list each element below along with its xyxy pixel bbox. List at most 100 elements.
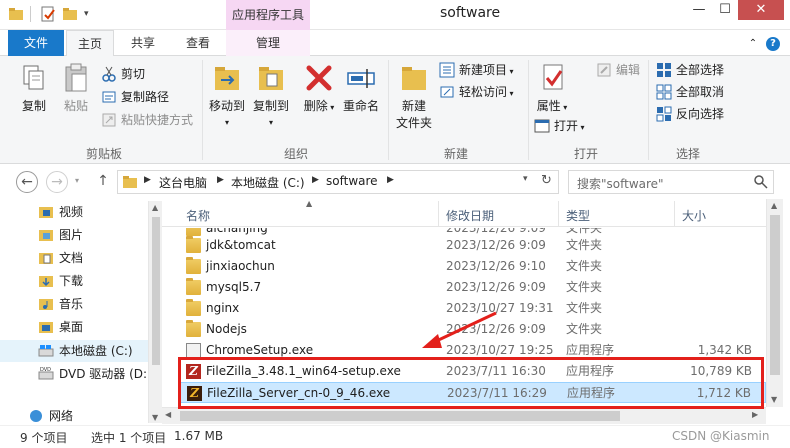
address-bar[interactable]: ▶ 这台电脑 ▶ 本地磁盘 (C:) ▶ software ▶ ▾ ↻	[117, 170, 559, 194]
search-box[interactable]: 搜索"software"	[568, 170, 774, 194]
search-icon[interactable]	[753, 174, 769, 193]
nav-pane-scrollbar[interactable]: ▲ ▼	[148, 201, 162, 423]
edit-button[interactable]: 编辑	[596, 60, 640, 80]
breadcrumb-separator-icon[interactable]: ▶	[387, 175, 394, 185]
file-date: 2023/12/26 9:09	[446, 238, 546, 252]
file-list-vertical-scrollbar[interactable]: ▲ ▼	[766, 199, 783, 407]
properties-button[interactable]: 属性 ▾	[532, 60, 572, 114]
scroll-right-icon[interactable]: ▶	[752, 410, 758, 419]
invert-selection-button[interactable]: 反向选择	[656, 104, 724, 124]
list-item[interactable]: mysql5.7 2023/12/26 9:09 文件夹	[180, 277, 766, 298]
recent-locations-button[interactable]: ▾	[70, 171, 84, 193]
copy-button[interactable]: 复制	[14, 60, 54, 114]
scroll-up-icon[interactable]: ▲	[771, 201, 777, 210]
scroll-down-icon[interactable]: ▼	[771, 395, 777, 404]
forward-button[interactable]: →	[46, 171, 68, 193]
breadcrumb-separator-icon[interactable]: ▶	[144, 175, 151, 185]
rename-button[interactable]: 重命名	[340, 60, 382, 114]
scroll-thumb[interactable]	[770, 215, 780, 375]
drive-icon	[38, 343, 54, 359]
scroll-thumb[interactable]	[180, 411, 620, 421]
tab-share[interactable]: 共享	[120, 30, 166, 56]
column-divider[interactable]	[438, 201, 439, 227]
file-name: jdk&tomcat	[206, 238, 276, 252]
column-divider[interactable]	[558, 201, 559, 227]
arrow-left-icon: ←	[21, 174, 33, 190]
breadcrumb-separator-icon[interactable]: ▶	[312, 175, 319, 185]
group-divider	[388, 60, 389, 160]
ribbon-tab-bar: 文件 主页 共享 查看 管理 ⌃ ?	[0, 30, 790, 57]
rename-label: 重命名	[342, 99, 379, 113]
cut-button[interactable]: 剪切	[101, 64, 145, 84]
pictures-icon	[38, 227, 54, 243]
nav-item-documents[interactable]: 文档	[0, 247, 148, 269]
new-folder-quick-icon[interactable]	[62, 6, 78, 22]
paste-button[interactable]: 粘贴	[56, 60, 96, 114]
search-input[interactable]: 搜索"software"	[577, 175, 664, 192]
copy-path-button[interactable]: 复制路径	[101, 87, 169, 107]
organize-group-label: 组织	[283, 147, 308, 161]
file-type: 文件夹	[566, 238, 603, 252]
column-header-date[interactable]: 修改日期	[446, 207, 494, 224]
customize-quick-access-icon[interactable]: ▾	[84, 6, 100, 22]
list-item[interactable]: jdk&tomcat 2023/12/26 9:09 文件夹	[180, 235, 766, 256]
close-button[interactable]: ✕	[738, 0, 784, 20]
nav-item-videos[interactable]: 视频	[0, 201, 148, 223]
invert-selection-icon	[656, 106, 672, 122]
file-type: 文件夹	[566, 322, 603, 336]
column-header-name[interactable]: 名称	[186, 207, 210, 224]
properties-label: 属性	[536, 99, 561, 113]
breadcrumb-this-pc[interactable]: 这台电脑	[159, 174, 207, 191]
open-button[interactable]: 打开 ▾	[534, 116, 585, 136]
back-button[interactable]: ←	[16, 171, 38, 193]
file-list-horizontal-scrollbar[interactable]: ◀ ▶	[162, 407, 766, 424]
properties-quick-icon[interactable]	[40, 6, 56, 22]
watermark: CSDN @Kiasmin	[672, 429, 770, 443]
file-type: 文件夹	[566, 280, 603, 294]
select-group-label: 选择	[675, 147, 700, 161]
nav-item-music[interactable]: 音乐	[0, 293, 148, 315]
tab-view[interactable]: 查看	[175, 30, 221, 56]
breadcrumb-separator-icon[interactable]: ▶	[217, 175, 224, 185]
maximize-button[interactable]: ☐	[712, 0, 738, 20]
easy-access-button[interactable]: 轻松访问 ▾	[439, 82, 514, 102]
minimize-button[interactable]: —	[686, 0, 712, 20]
nav-item-label: 视频	[59, 205, 84, 219]
scroll-up-icon[interactable]: ▲	[152, 203, 158, 212]
up-button[interactable]: ↑	[92, 171, 114, 193]
column-header-type[interactable]: 类型	[566, 207, 590, 224]
column-divider[interactable]	[674, 201, 675, 227]
tab-home[interactable]: 主页	[66, 30, 114, 57]
copy-to-button[interactable]: 复制到 ▾	[250, 60, 292, 128]
help-icon[interactable]: ?	[766, 37, 780, 51]
nav-item-network[interactable]: 网络	[0, 405, 138, 427]
scroll-thumb[interactable]	[152, 217, 160, 365]
new-item-button[interactable]: 新建项目 ▾	[439, 60, 514, 80]
nav-item-local-disk-c[interactable]: 本地磁盘 (C:)	[0, 340, 148, 362]
select-none-button[interactable]: 全部取消	[656, 82, 724, 102]
refresh-icon[interactable]: ↻	[541, 173, 552, 188]
svg-text:DVD: DVD	[40, 367, 51, 373]
collapse-ribbon-icon[interactable]: ⌃	[746, 37, 760, 51]
nav-item-dvd-drive-d[interactable]: DVD DVD 驱动器 (D:)	[0, 363, 152, 385]
nav-item-desktop[interactable]: 桌面	[0, 316, 148, 338]
paste-shortcut-button[interactable]: 粘贴快捷方式	[101, 110, 193, 130]
breadcrumb-local-disk-c[interactable]: 本地磁盘 (C:)	[231, 174, 305, 191]
tab-file[interactable]: 文件	[8, 30, 64, 56]
open-label: 打开	[554, 119, 579, 133]
nav-item-downloads[interactable]: 下载	[0, 270, 148, 292]
nav-item-pictures[interactable]: 图片	[0, 224, 148, 246]
scroll-left-icon[interactable]: ◀	[165, 410, 171, 419]
breadcrumb-software[interactable]: software	[326, 174, 378, 188]
address-history-chevron-icon[interactable]: ▾	[523, 174, 528, 184]
list-item[interactable]: jinxiaochun 2023/12/26 9:10 文件夹	[180, 256, 766, 277]
delete-button[interactable]: 删除 ▾	[300, 60, 338, 114]
move-to-button[interactable]: 移动到 ▾	[206, 60, 248, 128]
scroll-down-icon[interactable]: ▼	[152, 413, 158, 422]
nav-item-label: 本地磁盘 (C:)	[59, 344, 133, 358]
annotation-arrow-icon	[422, 311, 497, 348]
tab-manage[interactable]: 管理	[226, 30, 310, 56]
column-header-size[interactable]: 大小	[682, 207, 706, 224]
new-folder-button[interactable]: 新建 文件夹	[392, 60, 436, 131]
select-all-button[interactable]: 全部选择	[656, 60, 724, 80]
